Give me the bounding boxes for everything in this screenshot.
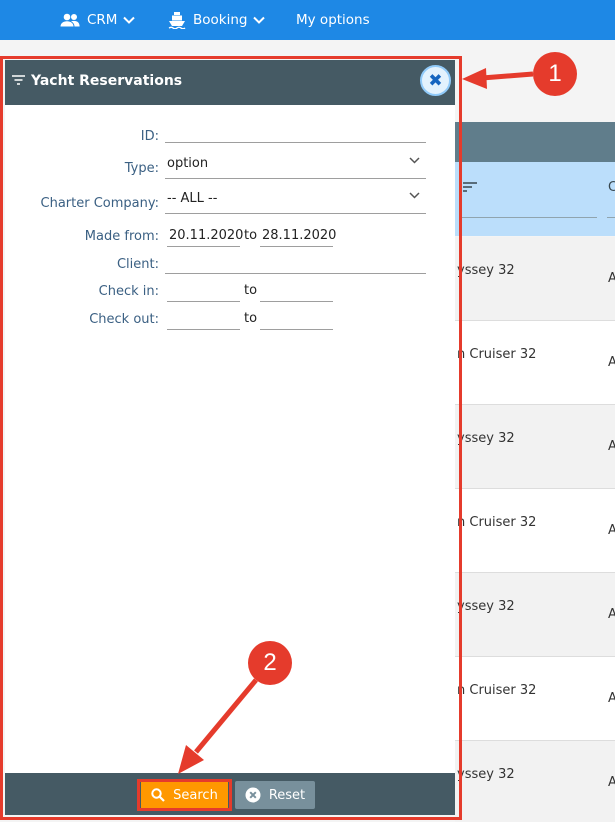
annotation-badge-2: 2	[248, 641, 292, 685]
annotation-arrows	[178, 68, 534, 774]
annotation-badge-1: 1	[533, 52, 577, 96]
annotation-arrow-1	[462, 68, 534, 89]
annotation-arrow-2	[178, 678, 258, 774]
